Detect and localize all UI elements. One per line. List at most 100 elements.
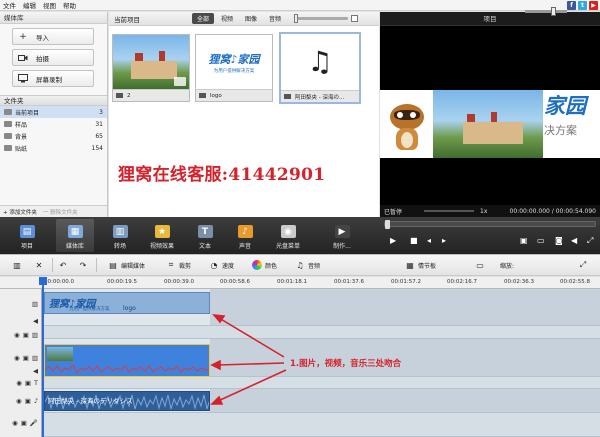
color-button[interactable]: 颜色 <box>252 259 277 271</box>
toolbar-disc-menu-button[interactable]: ◉ 光盘菜单 <box>268 219 308 252</box>
thumbnail-size-slider[interactable] <box>294 14 349 23</box>
storyboard-button[interactable]: ▦ 情节板 <box>405 259 436 271</box>
import-button[interactable]: + 导入 <box>12 28 94 45</box>
volume-icon[interactable]: ◀ <box>571 236 577 245</box>
menu-bar: 文件 编辑 视图 帮助 f t ▶ <box>0 0 600 11</box>
film-strip-icon: ▥ <box>31 331 38 339</box>
playback-speed[interactable]: 1x <box>480 208 487 215</box>
menu-view[interactable]: 视图 <box>43 0 56 10</box>
play-icon[interactable]: ▶ <box>390 236 396 245</box>
lock-icon[interactable]: ▣ <box>21 419 27 427</box>
menu-file[interactable]: 文件 <box>3 0 16 10</box>
lock-icon[interactable]: ▣ <box>23 354 29 362</box>
facebook-icon[interactable]: f <box>567 1 576 10</box>
screen-record-button[interactable]: 屏幕录制 <box>12 70 94 87</box>
tab-audio[interactable]: 音频 <box>264 13 286 24</box>
undo-button[interactable]: ↶ <box>58 259 71 271</box>
folder-stickers[interactable]: 贴纸 154 <box>0 142 107 154</box>
music-clip[interactable]: 阿田梨央 - 深海のデリダシス <box>44 391 210 411</box>
folder-samples[interactable]: 样品 31 <box>0 118 107 130</box>
stop-icon[interactable]: ■ <box>410 236 418 245</box>
eye-icon[interactable]: ◉ <box>16 379 22 387</box>
eye-icon[interactable]: ◉ <box>12 419 18 427</box>
zoom-knob[interactable] <box>551 7 556 16</box>
image-clip[interactable]: 狸窝♪家园 为用户提供解决方案 logo <box>44 292 210 314</box>
volume-bar[interactable] <box>424 210 475 212</box>
image-audio-track[interactable] <box>42 326 600 339</box>
toolbar-video-effects-button[interactable]: ★ 视频效果 <box>142 219 182 252</box>
image-type-icon <box>199 93 206 98</box>
lock-icon[interactable]: ▣ <box>23 331 29 339</box>
logo-title-text: 狸窝♪家园 <box>208 52 260 66</box>
tool-label: 速度 <box>222 262 235 270</box>
media-item-video[interactable]: 2 <box>112 34 190 102</box>
track-header-image: ▥ <box>0 297 42 311</box>
menu-edit[interactable]: 编辑 <box>23 0 36 10</box>
tab-image[interactable]: 图像 <box>240 13 262 24</box>
slider-knob[interactable] <box>294 14 299 23</box>
toolbar-project-button[interactable]: ▤ 项目 <box>10 219 44 252</box>
folder-icon <box>4 121 12 127</box>
folder-count: 154 <box>91 144 103 152</box>
video-effects-icon: ★ <box>154 225 170 238</box>
ruler-label: 00:01:18.1 <box>277 279 307 285</box>
toolbar-produce-button[interactable]: ▶ 制作... <box>322 219 362 252</box>
text-track[interactable] <box>42 377 600 389</box>
crop-button[interactable]: ⌗ 裁剪 <box>166 259 191 271</box>
media-item-image[interactable]: 狸窝♪家园 为用户提供解决方案 logo <box>195 34 273 102</box>
transition-icon: ▥ <box>112 225 128 238</box>
film-tool-button[interactable]: ▥ <box>12 259 25 271</box>
lock-icon[interactable]: ▣ <box>25 379 31 387</box>
add-folder-button[interactable]: + 添加文件夹 <box>3 208 37 216</box>
previous-frame-icon[interactable]: ◂ <box>427 236 431 245</box>
snapshot-icon[interactable]: ▣ <box>520 236 528 245</box>
toolbar-label: 文本 <box>198 243 211 250</box>
sound-icon: ♪ <box>237 225 253 238</box>
eye-icon[interactable]: ◉ <box>14 331 20 339</box>
monitor-button[interactable]: ▭ <box>475 259 488 271</box>
tab-all[interactable]: 全部 <box>192 13 215 24</box>
view-toggle-icon[interactable] <box>351 15 359 22</box>
music-clip-name: 阿田梨央 - 深海のデリダシス <box>48 397 133 405</box>
audio-button[interactable]: ♫ 音频 <box>295 259 320 271</box>
fullscreen-icon[interactable]: ⤢ <box>587 236 593 246</box>
folder-current-project[interactable]: 当前项目 3 <box>0 106 107 118</box>
eye-icon[interactable]: ◉ <box>14 354 20 362</box>
next-frame-icon[interactable]: ▸ <box>442 236 446 245</box>
folder-backgrounds[interactable]: 背景 65 <box>0 130 107 142</box>
zoom-slider[interactable] <box>525 7 567 16</box>
toolbar-transition-button[interactable]: ▥ 转场 <box>103 219 137 252</box>
timeline-ruler[interactable]: 00:00:00.0 00:00:19.5 00:00:39.0 00:00:5… <box>0 277 600 289</box>
delete-tool-button[interactable]: ✕ <box>34 259 47 271</box>
toolbar-sound-button[interactable]: ♪ 声音 <box>228 219 262 252</box>
capture-button[interactable]: 拍摄 <box>12 49 94 66</box>
media-item-audio[interactable]: ♫ 阿田梨央 - 深海の... <box>279 32 361 104</box>
folder-name: 贴纸 <box>15 145 28 153</box>
twitter-icon[interactable]: t <box>578 1 587 10</box>
menu-help[interactable]: 帮助 <box>63 0 76 10</box>
youtube-icon[interactable]: ▶ <box>589 1 598 10</box>
redo-button[interactable]: ↷ <box>78 259 91 271</box>
speed-button[interactable]: ◔ 速度 <box>209 259 235 271</box>
preview-seek-bar[interactable] <box>384 220 596 229</box>
aspect-icon[interactable]: ▭ <box>537 236 545 245</box>
fit-timeline-button[interactable]: ⤢ <box>578 259 591 271</box>
camera-icon[interactable]: ◙ <box>555 236 563 245</box>
seek-knob[interactable] <box>385 220 390 229</box>
delete-folder-button[interactable]: 一 删除文件夹 <box>43 208 78 216</box>
film-strip-icon: ▥ <box>31 354 38 362</box>
delete-icon: ✕ <box>35 260 43 270</box>
lock-icon[interactable]: ▣ <box>25 397 31 405</box>
timeline-playhead[interactable] <box>39 277 47 437</box>
toolbar-label: 转场 <box>113 243 126 250</box>
eye-icon[interactable]: ◉ <box>16 397 22 405</box>
toolbar-label: 制作... <box>333 243 351 250</box>
ruler-label: 00:01:57.2 <box>391 279 421 285</box>
voice-track[interactable] <box>42 413 600 437</box>
tab-video[interactable]: 视频 <box>216 13 238 24</box>
video-clip[interactable] <box>44 344 210 377</box>
edit-media-button[interactable]: ▤ 编辑媒体 <box>108 259 145 271</box>
toolbar-text-button[interactable]: T 文本 <box>188 219 222 252</box>
toolbar-media-library-button[interactable]: ▦ 媒体库 <box>56 219 94 252</box>
media-item-caption: 2 <box>113 89 189 101</box>
